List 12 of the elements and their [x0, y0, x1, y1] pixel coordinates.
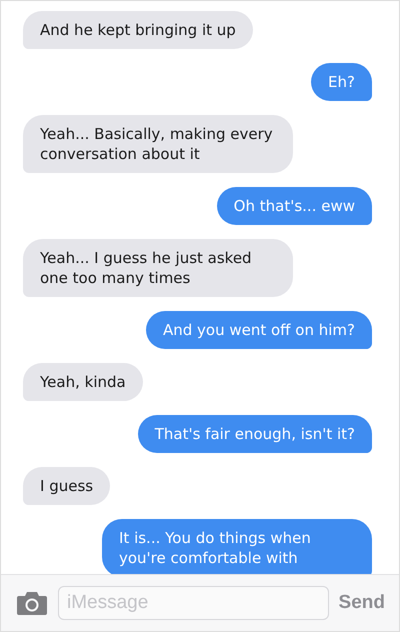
- received-message: And he kept bringing it up: [23, 11, 253, 49]
- send-button[interactable]: Send: [338, 592, 385, 614]
- camera-icon[interactable]: [16, 591, 48, 615]
- received-message: Yeah... Basically, making every conversation about it: [23, 115, 293, 173]
- received-message: Yeah... I guess he just asked one too many times: [23, 239, 293, 297]
- sent-message: That's fair enough, isn't it?: [138, 415, 372, 453]
- received-message: I guess: [23, 467, 110, 505]
- sent-message: Eh?: [311, 63, 372, 101]
- sent-message: And you went off on him?: [146, 311, 372, 349]
- sent-message: It is... You do things when you're comfortable with: [102, 519, 372, 574]
- received-message: Yeah, kinda: [23, 363, 143, 401]
- sent-message: Oh that's... eww: [216, 187, 372, 225]
